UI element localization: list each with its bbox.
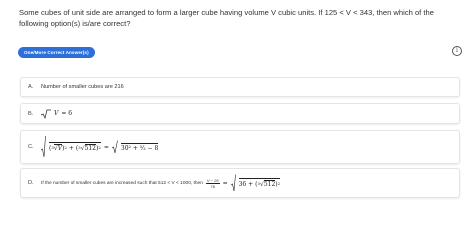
option-text: Number of smaller cubes are 216 [41, 84, 124, 90]
question-text: Some cubes of unit side are arranged to … [19, 8, 434, 28]
sqrt-symbol [41, 109, 51, 119]
variable-v: V [54, 110, 59, 117]
option-math: V = 6 [41, 109, 72, 119]
radicand: (3√V)2 + (3√512)2 [49, 142, 101, 152]
option-d[interactable]: D. If the number of smaller cubes are in… [20, 168, 460, 198]
sqrt-symbol [230, 174, 236, 192]
result-radicand: 30² + ⁵⁄₂ − 8 [120, 142, 159, 152]
option-letter: C. [28, 144, 34, 150]
option-b[interactable]: B. V = 6 [20, 103, 460, 124]
sqrt-symbol [41, 136, 46, 158]
option-a[interactable]: A. Number of smaller cubes are 216 [20, 77, 460, 97]
equals-sign: = [222, 179, 228, 187]
option-c[interactable]: C. (3√V)2 + (3√512)2 = 30² + ⁵⁄₂ − 8 [20, 130, 460, 164]
option-letter: D. [28, 180, 34, 186]
equals-sign: = [103, 143, 109, 151]
option-math: (3√V)2 + (3√512)2 = 30² + ⁵⁄₂ − 8 [41, 136, 159, 158]
sqrt-symbol [111, 140, 118, 154]
info-icon[interactable]: i [452, 46, 462, 56]
equals-value: = 6 [61, 110, 73, 117]
radicand: 36 + (3√512)2 [238, 178, 281, 188]
fraction: V − 26 76 [205, 177, 220, 189]
option-text: If the number of smaller cubes are incre… [41, 180, 203, 186]
option-letter: B. [28, 110, 34, 117]
option-math: If the number of smaller cubes are incre… [41, 174, 281, 192]
answer-type-badge: One/More Correct Answer(s) [18, 47, 95, 58]
option-letter: A. [28, 84, 34, 90]
